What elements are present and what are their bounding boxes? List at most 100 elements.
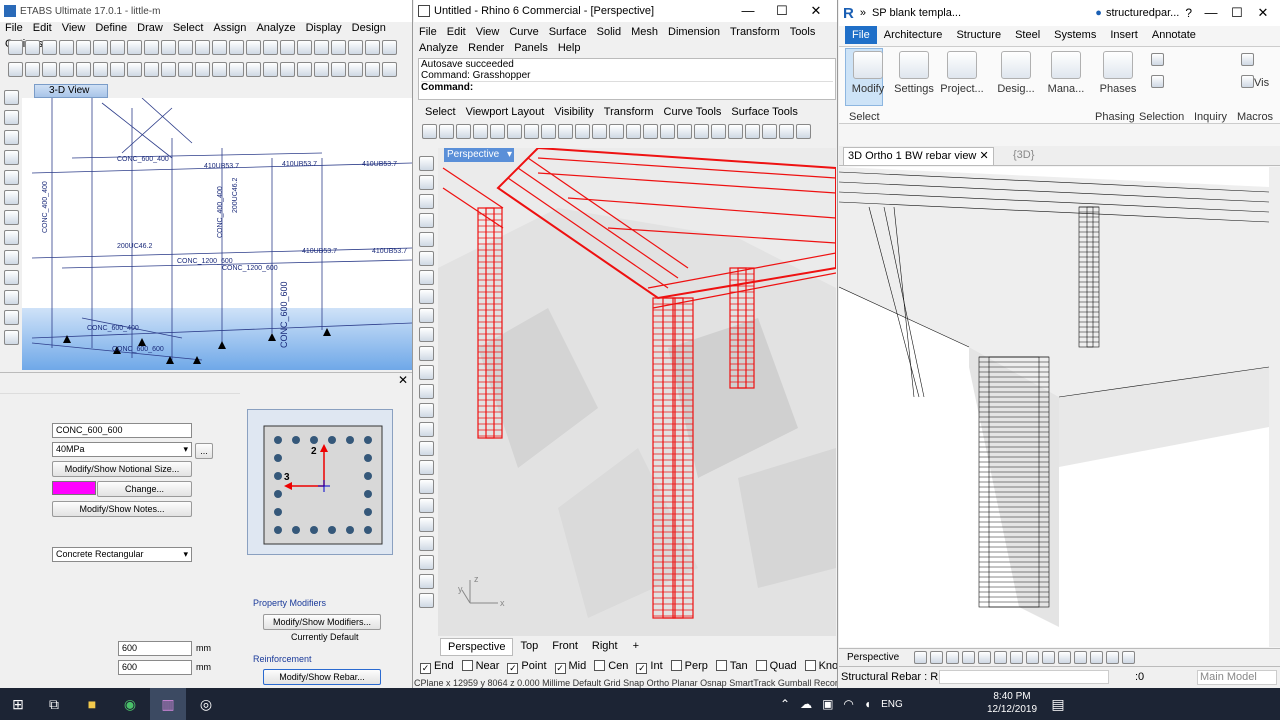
etabs-side-icon-7[interactable] xyxy=(3,230,19,245)
view-control-icon-4[interactable] xyxy=(978,651,992,664)
rhino-tool-icon-13[interactable] xyxy=(643,124,658,139)
rhino-menu-item-7[interactable]: Dimension xyxy=(663,24,725,40)
rhino-side-icon-18[interactable] xyxy=(418,498,434,513)
rhino-side-icon-15[interactable] xyxy=(418,441,434,456)
etabs-side-icon-2[interactable] xyxy=(3,130,19,145)
etabs-tool-icon-13[interactable] xyxy=(229,40,244,55)
section-name-field[interactable]: CONC_600_600 xyxy=(52,423,192,438)
rhino-side-icon-7[interactable] xyxy=(418,289,434,304)
etabs-tool2-icon-14[interactable] xyxy=(246,62,261,77)
etabs-tool2-icon-19[interactable] xyxy=(331,62,346,77)
etabs-tool-icon-22[interactable] xyxy=(382,40,397,55)
rhino-menu-item-13[interactable]: Help xyxy=(553,40,586,56)
rhino-tool-icon-0[interactable] xyxy=(422,124,437,139)
rhino-side-icon-12[interactable] xyxy=(418,384,434,399)
ribbon-panel-3[interactable]: Inquiry xyxy=(1194,111,1227,123)
rhino-tool-icon-22[interactable] xyxy=(796,124,811,139)
rhino-tool-icon-19[interactable] xyxy=(745,124,760,139)
etabs-tool-icon-21[interactable] xyxy=(365,40,380,55)
etabs-tool2-icon-9[interactable] xyxy=(161,62,176,77)
rhino-tool-icon-4[interactable] xyxy=(490,124,505,139)
chrome-icon[interactable]: ◉ xyxy=(112,688,148,720)
etabs-tool2-icon-11[interactable] xyxy=(195,62,210,77)
notional-size-button[interactable]: Modify/Show Notional Size... xyxy=(52,461,192,477)
revit-scrollbar[interactable] xyxy=(1269,167,1280,647)
ribbon-button-1[interactable]: Settings xyxy=(891,51,937,95)
volume-icon[interactable]: ◖ xyxy=(864,697,871,711)
tray-app-icon[interactable]: ▣ xyxy=(822,697,833,711)
etabs-tool2-icon-5[interactable] xyxy=(93,62,108,77)
osnap-checkbox-6[interactable] xyxy=(670,660,682,671)
osnap-3[interactable]: ✓ Mid xyxy=(554,660,586,674)
etabs-tool-icon-10[interactable] xyxy=(178,40,193,55)
windows-start-icon[interactable]: ⊞ xyxy=(0,688,36,720)
osnap-checkbox-9[interactable] xyxy=(804,660,816,671)
view-control-icon-13[interactable] xyxy=(1122,651,1136,664)
etabs-tool2-icon-2[interactable] xyxy=(42,62,57,77)
rhino-view-tab-2[interactable]: Front xyxy=(545,638,585,656)
etabs-tool-icon-12[interactable] xyxy=(212,40,227,55)
rhino-side-icon-5[interactable] xyxy=(418,251,434,266)
rhino-tool-icon-11[interactable] xyxy=(609,124,624,139)
rhino-tool-icon-1[interactable] xyxy=(439,124,454,139)
ribbon-panel-4[interactable]: Macros xyxy=(1237,111,1273,123)
status-filter-field[interactable] xyxy=(939,670,1109,684)
etabs-tool2-icon-3[interactable] xyxy=(59,62,74,77)
close-icon[interactable]: ✕ xyxy=(799,3,833,19)
osnap-1[interactable]: Near xyxy=(461,660,499,674)
dialog-close-icon[interactable]: ✕ xyxy=(398,373,408,387)
etabs-tool2-icon-16[interactable] xyxy=(280,62,295,77)
ribbon-button-5[interactable]: Phases xyxy=(1095,51,1141,95)
rhino-side-icon-2[interactable] xyxy=(418,194,434,209)
notification-icon[interactable]: ▤ xyxy=(1040,688,1076,720)
onedrive-icon[interactable]: ☁ xyxy=(800,697,812,711)
revit-tab-2[interactable]: Structure xyxy=(949,26,1008,44)
shape-select[interactable]: Concrete Rectangular ▾ xyxy=(52,547,192,562)
etabs-side-icon-9[interactable] xyxy=(3,270,19,285)
modifiers-button[interactable]: Modify/Show Modifiers... xyxy=(263,614,381,630)
rhino-tool-icon-10[interactable] xyxy=(592,124,607,139)
ribbon-small-icon-3[interactable] xyxy=(1241,75,1254,88)
rhino-tool-icon-5[interactable] xyxy=(507,124,522,139)
rhino-side-icon-10[interactable] xyxy=(418,346,434,361)
rhino-menu-item-1[interactable]: Edit xyxy=(442,24,471,40)
rhino-tool-icon-20[interactable] xyxy=(762,124,777,139)
depth-field[interactable]: 600 xyxy=(118,641,192,656)
task-view-icon[interactable]: ⧉ xyxy=(36,688,72,720)
rhino-toolbar-tab-0[interactable]: Select xyxy=(420,104,461,120)
etabs-menu-item-7[interactable]: Analyze xyxy=(251,20,300,36)
rhino-side-icon-3[interactable] xyxy=(418,213,434,228)
rhino-side-icon-1[interactable] xyxy=(418,175,434,190)
ribbon-panel-2[interactable]: Selection xyxy=(1139,111,1184,123)
rhino-view-tab-3[interactable]: Right xyxy=(585,638,625,656)
rhino-tool-icon-16[interactable] xyxy=(694,124,709,139)
revit-tab-6[interactable]: Annotate xyxy=(1145,26,1203,44)
etabs-tool-icon-6[interactable] xyxy=(110,40,125,55)
rhino-side-icon-4[interactable] xyxy=(418,232,434,247)
rhino-toolbar-tab-5[interactable]: Surface Tools xyxy=(726,104,802,120)
revit-tab-4[interactable]: Systems xyxy=(1047,26,1103,44)
etabs-tool-icon-9[interactable] xyxy=(161,40,176,55)
maximize-icon[interactable]: ☐ xyxy=(765,3,799,19)
rhino-menu-item-12[interactable]: Panels xyxy=(509,40,553,56)
file-explorer-icon[interactable]: ■ xyxy=(74,688,110,720)
etabs-side-icon-6[interactable] xyxy=(3,210,19,225)
etabs-tool-icon-14[interactable] xyxy=(246,40,261,55)
viewport-title[interactable]: Perspective ▾ xyxy=(444,148,514,162)
etabs-side-icon-10[interactable] xyxy=(3,290,19,305)
rhino-tool-icon-9[interactable] xyxy=(575,124,590,139)
osnap-checkbox-8[interactable] xyxy=(755,660,767,671)
rhino-menu-item-8[interactable]: Transform xyxy=(725,24,785,40)
etabs-tool2-icon-15[interactable] xyxy=(263,62,278,77)
osnap-4[interactable]: Cen xyxy=(594,660,628,674)
minimize-icon[interactable]: — xyxy=(731,3,765,19)
etabs-tool2-icon-20[interactable] xyxy=(348,62,363,77)
view-control-icon-2[interactable] xyxy=(946,651,960,664)
revit-tab-0[interactable]: File xyxy=(845,26,877,44)
etabs-tool-icon-7[interactable] xyxy=(127,40,142,55)
ribbon-button-2[interactable]: Project... xyxy=(939,51,985,95)
osnap-5[interactable]: ✓ Int xyxy=(636,660,663,674)
rhino-side-icon-17[interactable] xyxy=(418,479,434,494)
command-prompt[interactable]: Command: xyxy=(421,81,833,93)
osnap-checkbox-1[interactable] xyxy=(461,660,473,671)
